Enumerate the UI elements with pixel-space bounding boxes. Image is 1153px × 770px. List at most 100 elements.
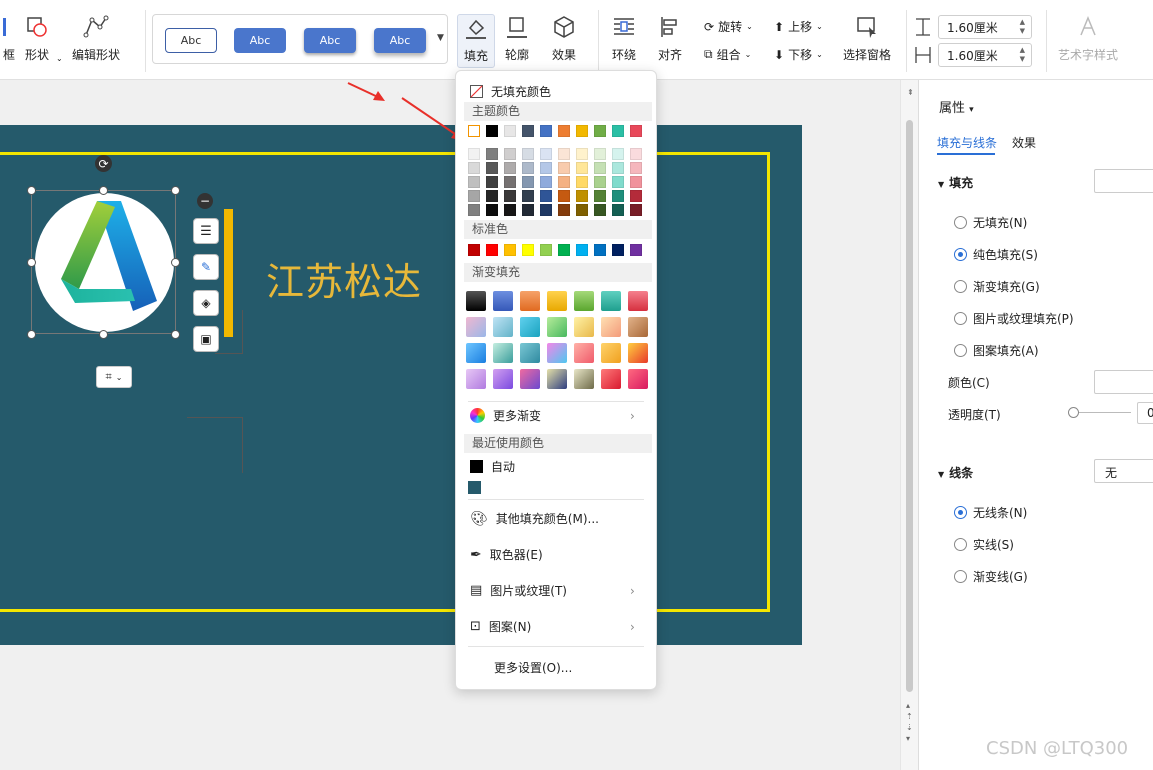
theme-color-swatch[interactable] (468, 125, 480, 137)
theme-shade-swatch[interactable] (576, 204, 588, 216)
theme-color-swatch[interactable] (594, 125, 606, 137)
gradient-swatch[interactable] (628, 343, 648, 363)
theme-shade-swatch[interactable] (468, 204, 480, 216)
gradient-swatch[interactable] (466, 343, 486, 363)
style-sample-2[interactable]: Abc (234, 28, 286, 53)
theme-shade-swatch[interactable] (576, 162, 588, 174)
theme-shade-swatch[interactable] (540, 176, 552, 188)
radio-gradient-line[interactable]: 渐变线(G) (954, 568, 1028, 585)
fill-button[interactable]: 填充 (457, 14, 495, 68)
gradient-swatch[interactable] (574, 343, 594, 363)
transparency-input[interactable]: 0 (1137, 402, 1153, 424)
theme-shade-swatch[interactable] (594, 162, 606, 174)
gradient-swatch[interactable] (520, 343, 540, 363)
resize-handle[interactable] (27, 330, 36, 339)
auto-color-item[interactable]: 自动 (470, 458, 515, 475)
theme-shade-swatch[interactable] (522, 190, 534, 202)
theme-color-swatch[interactable] (504, 125, 516, 137)
scroll-top-icon[interactable]: ⇞ (907, 88, 914, 97)
spinner-arrows-icon[interactable]: ▲ ▼ (1020, 18, 1025, 36)
picture-texture-item[interactable]: ▤ 图片或纹理(T) › (470, 582, 650, 599)
gradient-swatch[interactable] (547, 369, 567, 389)
float-fill-button[interactable]: ◈ (193, 290, 219, 316)
theme-shade-swatch[interactable] (504, 148, 516, 160)
gradient-swatch[interactable] (493, 291, 513, 311)
group-button[interactable]: ⧉ 组合 ⌄ (704, 46, 751, 63)
theme-shade-swatch[interactable] (630, 148, 642, 160)
theme-color-swatch[interactable] (486, 125, 498, 137)
gradient-swatch[interactable] (520, 291, 540, 311)
resize-handle[interactable] (171, 258, 180, 267)
gradient-swatch[interactable] (574, 369, 594, 389)
resize-handle[interactable] (171, 186, 180, 195)
gradient-swatch[interactable] (493, 343, 513, 363)
theme-shade-swatch[interactable] (612, 148, 624, 160)
radio-no-fill[interactable]: 无填充(N) (954, 214, 1027, 231)
theme-shade-swatch[interactable] (468, 162, 480, 174)
theme-shade-swatch[interactable] (576, 148, 588, 160)
align-button[interactable]: 对齐 (657, 14, 683, 63)
theme-shade-swatch[interactable] (594, 148, 606, 160)
theme-shade-swatch[interactable] (468, 190, 480, 202)
eyedropper-item[interactable]: ✒ 取色器(E) (470, 546, 543, 563)
gradient-swatch[interactable] (628, 369, 648, 389)
radio-solid-line[interactable]: 实线(S) (954, 536, 1014, 553)
scroll-thumb[interactable] (906, 120, 913, 692)
theme-shade-swatch[interactable] (522, 162, 534, 174)
effect-button[interactable]: 效果 (551, 14, 577, 63)
standard-color-swatch[interactable] (594, 244, 606, 256)
radio-gradient-fill[interactable]: 渐变填充(G) (954, 278, 1040, 295)
resize-handle[interactable] (99, 330, 108, 339)
theme-shade-swatch[interactable] (630, 162, 642, 174)
gradient-swatch[interactable] (628, 291, 648, 311)
theme-color-swatch[interactable] (558, 125, 570, 137)
theme-shade-swatch[interactable] (486, 148, 498, 160)
gradient-swatch[interactable] (601, 317, 621, 337)
gradient-swatch[interactable] (493, 317, 513, 337)
theme-shade-swatch[interactable] (612, 176, 624, 188)
radio-no-line[interactable]: 无线条(N) (954, 504, 1027, 521)
color-picker[interactable] (1094, 370, 1153, 394)
radio-pattern-fill[interactable]: 图案填充(A) (954, 342, 1039, 359)
theme-shade-swatch[interactable] (558, 162, 570, 174)
theme-shade-swatch[interactable] (594, 176, 606, 188)
theme-shade-swatch[interactable] (486, 190, 498, 202)
theme-shade-swatch[interactable] (486, 176, 498, 188)
fill-type-select[interactable] (1094, 169, 1153, 193)
gradient-swatch[interactable] (574, 291, 594, 311)
standard-color-swatch[interactable] (468, 244, 480, 256)
standard-color-swatch[interactable] (612, 244, 624, 256)
theme-shade-swatch[interactable] (576, 176, 588, 188)
resize-handle[interactable] (27, 258, 36, 267)
other-fill-color-item[interactable]: 🎨︎ 其他填充颜色(M)... (470, 510, 599, 527)
standard-color-swatch[interactable] (486, 244, 498, 256)
layout-options-button[interactable]: ⌗ ⌄ (96, 366, 132, 388)
theme-shade-swatch[interactable] (558, 148, 570, 160)
theme-shade-swatch[interactable] (630, 176, 642, 188)
collapse-toolbar-icon[interactable]: − (197, 193, 213, 209)
gradient-swatch[interactable] (493, 369, 513, 389)
send-backward-button[interactable]: ⬇ 下移 ⌄ (774, 46, 823, 63)
bring-forward-button[interactable]: ⬆ 上移 ⌄ (774, 18, 823, 35)
selection-pane-button[interactable]: 选择窗格 (843, 14, 891, 63)
vertical-scrollbar[interactable]: ⇞ ▴ ⇡ ⇣ ▾ (900, 80, 918, 770)
recent-color-swatch[interactable] (468, 481, 481, 494)
radio-solid-fill[interactable]: 纯色填充(S) (954, 246, 1038, 263)
gradient-swatch[interactable] (520, 369, 540, 389)
standard-color-swatch[interactable] (558, 244, 570, 256)
gradient-swatch[interactable] (547, 317, 567, 337)
shape-button[interactable]: 形状 ⌄ (24, 14, 63, 63)
gradient-swatch[interactable] (466, 369, 486, 389)
outline-button[interactable]: 轮廓 (504, 14, 530, 63)
float-wrap-button[interactable]: ☰ (193, 218, 219, 244)
art-text-button[interactable]: 艺术字样式 (1058, 14, 1118, 63)
gradient-swatch[interactable] (601, 291, 621, 311)
theme-color-swatch[interactable] (630, 125, 642, 137)
theme-shade-swatch[interactable] (504, 190, 516, 202)
standard-color-swatch[interactable] (540, 244, 552, 256)
float-pen-button[interactable]: ✎ (193, 254, 219, 280)
rotate-handle-icon[interactable]: ⟳ (95, 155, 112, 172)
style-sample-1[interactable]: Abc (165, 28, 217, 53)
theme-shade-swatch[interactable] (540, 204, 552, 216)
tab-effect[interactable]: 效果 (1012, 134, 1036, 151)
